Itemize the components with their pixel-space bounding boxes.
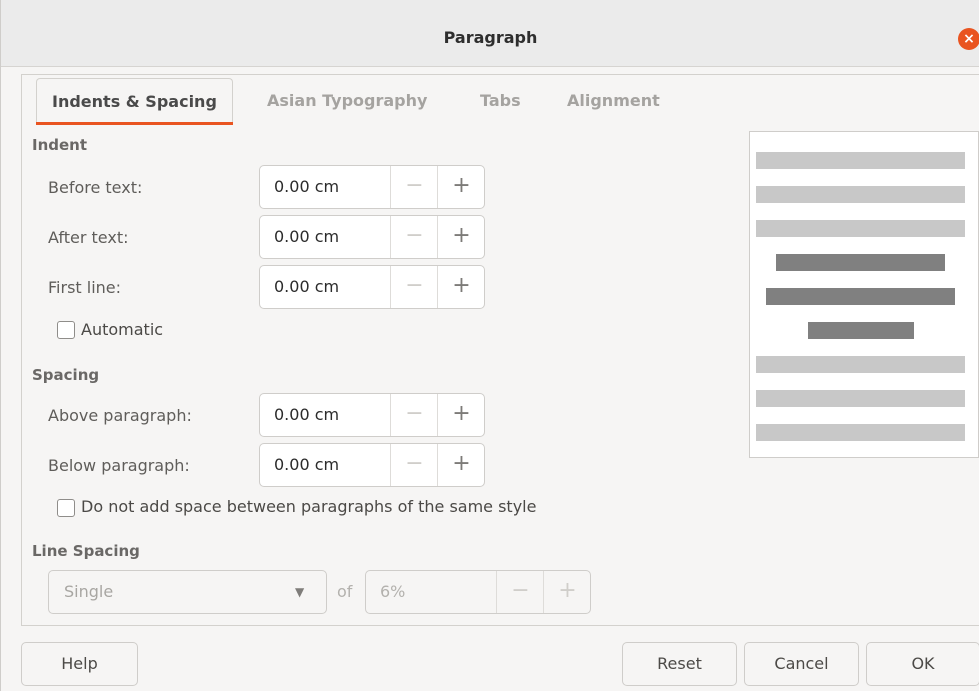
chevron-down-icon: ▼ [295,585,305,599]
decrease-icon[interactable]: − [496,571,544,613]
preview-line [756,220,965,237]
of-label: of [337,582,353,601]
tab-indents-spacing[interactable]: Indents & Spacing [36,78,233,125]
first-line-label: First line: [48,278,122,297]
above-paragraph-label: Above paragraph: [48,406,192,425]
below-paragraph-label: Below paragraph: [48,456,190,475]
preview-line-current [766,288,955,305]
increase-icon[interactable]: + [437,444,485,486]
indent-heading: Indent [32,136,88,154]
increase-icon[interactable]: + [437,394,485,436]
after-text-input[interactable]: 0.00 cm [274,216,339,258]
after-text-spinner: 0.00 cm − + [259,215,485,259]
automatic-checkbox[interactable] [57,321,75,339]
first-line-spinner: 0.00 cm − + [259,265,485,309]
ok-button[interactable]: OK [866,642,979,686]
first-line-input[interactable]: 0.00 cm [274,266,339,308]
after-text-label: After text: [48,228,129,247]
above-paragraph-input[interactable]: 0.00 cm [274,394,339,436]
before-text-input[interactable]: 0.00 cm [274,166,339,208]
close-icon[interactable]: × [958,28,979,50]
line-spacing-percent-input[interactable]: 6% [380,571,405,613]
reset-button[interactable]: Reset [622,642,737,686]
before-text-label: Before text: [48,178,143,197]
preview-line [756,186,965,203]
increase-icon[interactable]: + [437,166,485,208]
line-spacing-heading: Line Spacing [32,542,140,560]
help-button[interactable]: Help [21,642,138,686]
decrease-icon[interactable]: − [390,166,438,208]
preview-line-current [776,254,945,271]
above-paragraph-spinner: 0.00 cm − + [259,393,485,437]
decrease-icon[interactable]: − [390,266,438,308]
cancel-button[interactable]: Cancel [744,642,859,686]
paragraph-preview [749,131,979,458]
paragraph-dialog: Paragraph × Indents & Spacing Asian Typo… [0,0,979,691]
increase-icon[interactable]: + [437,266,485,308]
decrease-icon[interactable]: − [390,444,438,486]
no-space-same-style-label[interactable]: Do not add space between paragraphs of t… [81,497,536,516]
preview-line [756,424,965,441]
no-space-same-style-checkbox[interactable] [57,499,75,517]
line-spacing-select[interactable]: Single ▼ [48,570,327,614]
tab-bar: Indents & Spacing Asian Typography Tabs … [21,74,979,125]
line-spacing-value: Single [64,582,114,601]
preview-line [756,390,965,407]
decrease-icon[interactable]: − [390,394,438,436]
tab-asian-typography[interactable]: Asian Typography [267,78,427,124]
tab-tabs[interactable]: Tabs [480,78,521,124]
title-bar: Paragraph × [1,0,979,67]
spacing-heading: Spacing [32,366,100,384]
tab-alignment[interactable]: Alignment [567,78,660,124]
increase-icon[interactable]: + [437,216,485,258]
increase-icon[interactable]: + [543,571,591,613]
preview-line [756,152,965,169]
preview-line [756,356,965,373]
automatic-label[interactable]: Automatic [81,320,163,339]
before-text-spinner: 0.00 cm − + [259,165,485,209]
decrease-icon[interactable]: − [390,216,438,258]
line-spacing-value-spinner: 6% − + [365,570,591,614]
below-paragraph-input[interactable]: 0.00 cm [274,444,339,486]
below-paragraph-spinner: 0.00 cm − + [259,443,485,487]
dialog-title: Paragraph [443,28,538,47]
preview-line-current [808,322,914,339]
